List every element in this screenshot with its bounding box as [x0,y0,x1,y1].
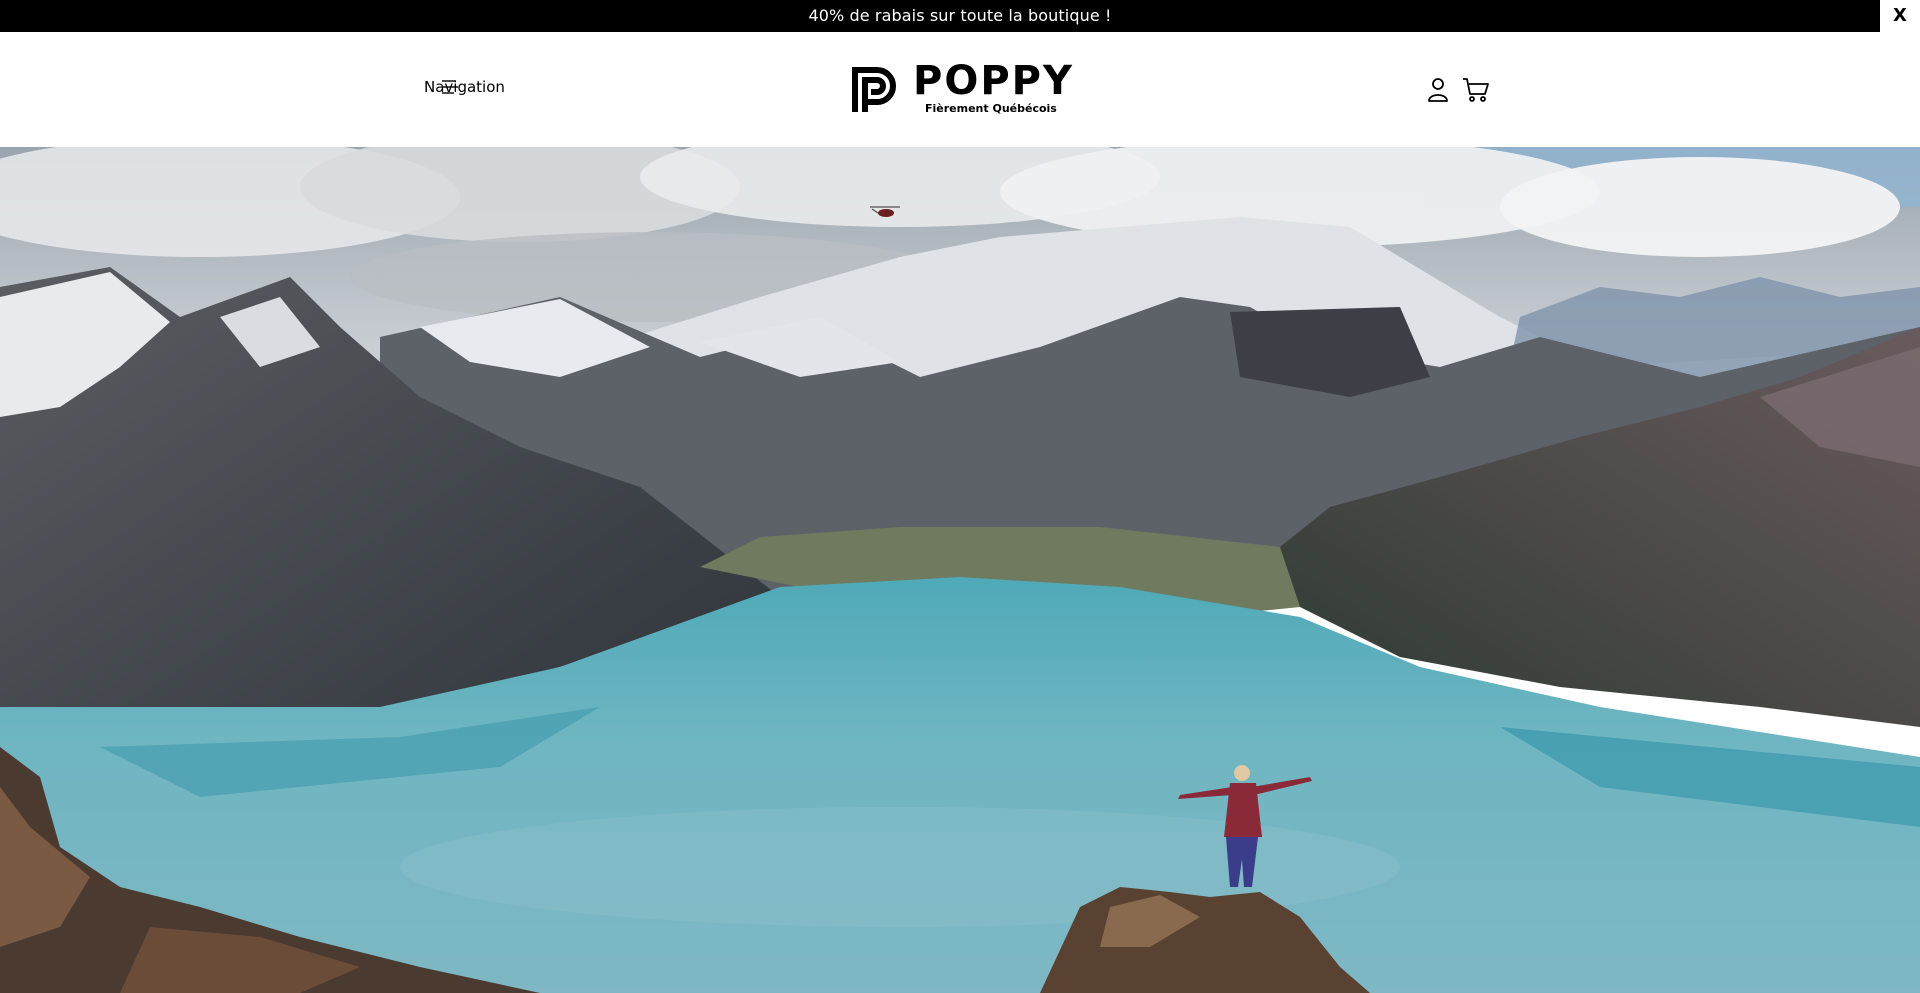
announcement-text: 40% de rabais sur toute la boutique ! [808,6,1112,25]
account-button[interactable] [1424,75,1454,105]
navigation-toggle[interactable]: Navigation [424,72,524,102]
site-logo[interactable]: POPPY Fièrement Québécois [849,58,1072,118]
announcement-close-button[interactable]: X [1880,0,1920,32]
logo-subtitle: Fièrement Québécois [925,102,1057,115]
mountain-lake-image [0,147,1920,993]
site-header: Navigation POPPY Fièrement Québécois [0,32,1920,147]
announcement-bar: 40% de rabais sur toute la boutique ! X [0,0,1920,32]
logo-mark-icon [852,67,896,112]
cart-button[interactable] [1461,75,1491,105]
hero-banner [0,147,1920,993]
menu-icon[interactable] [440,79,460,95]
account-icon[interactable] [1424,75,1454,105]
logo-title: POPPY [913,58,1074,104]
cart-icon[interactable] [1461,75,1491,105]
navigation-label: Navigation [424,78,505,96]
close-icon[interactable]: X [1890,0,1910,32]
